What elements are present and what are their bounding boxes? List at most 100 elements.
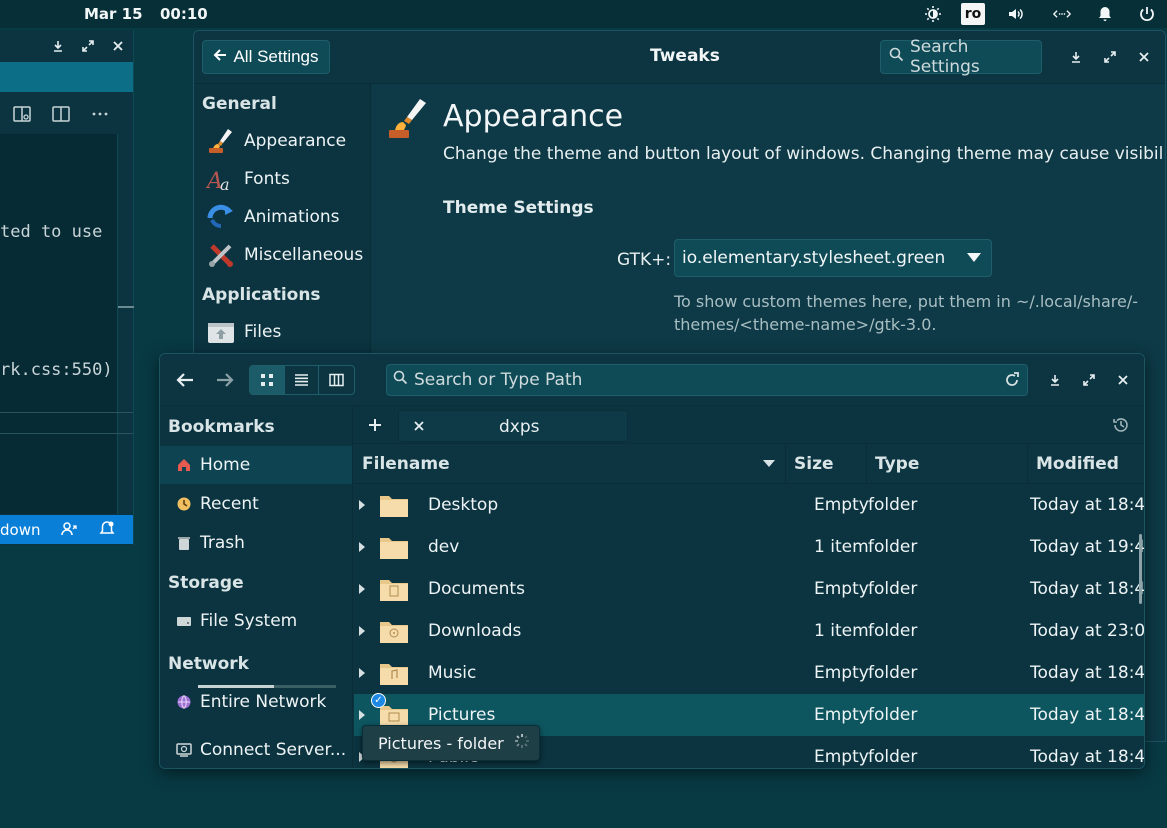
- file-size: Empty: [814, 747, 869, 767]
- sidebar-item-label: Entire Network: [200, 692, 327, 712]
- gtk-theme-label: GTK+:: [617, 250, 672, 270]
- close-icon[interactable]: [1134, 47, 1154, 67]
- maximize-icon[interactable]: [1079, 370, 1099, 390]
- table-row[interactable]: Downloads 1 item folder Today at 23:09: [354, 610, 1144, 652]
- code-line: rk.css:550): [0, 360, 113, 380]
- sidebar-item-label: File System: [200, 611, 298, 631]
- appearance-icon: [206, 126, 236, 156]
- history-icon[interactable]: [1108, 412, 1134, 438]
- back-icon[interactable]: [170, 366, 200, 394]
- appearance-large-icon: [386, 96, 430, 144]
- notifications-icon[interactable]: [1094, 3, 1116, 25]
- more-actions-icon[interactable]: [90, 104, 110, 124]
- expander-icon[interactable]: [359, 626, 365, 636]
- live-share-icon[interactable]: [60, 520, 78, 538]
- column-label: Type: [875, 453, 920, 474]
- expander-icon[interactable]: [359, 710, 365, 720]
- keyboard-layout-indicator[interactable]: ro: [961, 3, 985, 25]
- top-panel: Mar 15 00:10 ro: [0, 0, 1167, 28]
- expander-icon[interactable]: [359, 500, 365, 510]
- expander-icon[interactable]: [359, 584, 365, 594]
- list-view-icon[interactable]: [285, 366, 320, 394]
- sidebar-item-home[interactable]: Home: [160, 446, 352, 484]
- panel-time[interactable]: 00:10: [160, 5, 208, 23]
- all-settings-button[interactable]: All Settings: [202, 40, 330, 74]
- tweaks-headerbar: All Settings Tweaks Search Settings: [194, 31, 1165, 84]
- table-row[interactable]: Documents Empty folder Today at 18:42: [354, 568, 1144, 610]
- column-header-modified[interactable]: Modified: [1028, 444, 1144, 484]
- search-icon: [889, 47, 904, 67]
- panel-date[interactable]: Mar 15: [84, 5, 143, 23]
- sidebar-item-miscellaneous[interactable]: Miscellaneous: [206, 238, 363, 272]
- status-text[interactable]: down: [0, 521, 40, 539]
- sidebar-item-animations[interactable]: Animations: [206, 200, 340, 234]
- sidebar-item-fonts[interactable]: Aa Fonts: [206, 162, 290, 196]
- minimize-icon[interactable]: [48, 36, 68, 56]
- minimize-icon[interactable]: [1066, 47, 1086, 67]
- code-area[interactable]: ted to use rk.css:550): [0, 134, 118, 514]
- file-list: Filename Size Type Modified Desktop Empty…: [354, 444, 1144, 768]
- code-line: ted to use: [0, 222, 103, 242]
- file-type: folder: [868, 579, 918, 599]
- close-tab-icon[interactable]: [409, 416, 429, 436]
- sort-descending-icon: [763, 460, 775, 467]
- network-icon[interactable]: [1050, 3, 1074, 25]
- new-tab-icon[interactable]: [362, 412, 388, 438]
- page-description: Change the theme and button layout of wi…: [443, 144, 1166, 164]
- sidebar-item-label: Home: [200, 455, 251, 475]
- table-row[interactable]: Music Empty folder Today at 18:42: [354, 652, 1144, 694]
- grid-view-icon[interactable]: [250, 366, 285, 394]
- file-type: folder: [868, 495, 918, 515]
- maximize-icon[interactable]: [1100, 47, 1120, 67]
- table-row[interactable]: dev 1 item folder Today at 19:44: [354, 526, 1144, 568]
- search-settings-input[interactable]: Search Settings: [880, 37, 1042, 77]
- sidebar-heading-bookmarks: Bookmarks: [168, 417, 275, 437]
- file-size: Empty: [814, 705, 869, 725]
- table-row[interactable]: Desktop Empty folder Today at 18:42: [354, 484, 1144, 526]
- drive-icon: [176, 613, 192, 629]
- tab-dxps[interactable]: dxps: [398, 410, 628, 442]
- maximize-icon[interactable]: [78, 36, 98, 56]
- column-view-icon[interactable]: [319, 366, 354, 394]
- tooltip-text: Pictures - folder: [378, 733, 504, 753]
- brightness-icon[interactable]: [922, 3, 944, 25]
- editor-window: ted to use rk.css:550) down: [0, 30, 134, 545]
- column-header-size[interactable]: Size: [786, 444, 867, 484]
- sidebar-item-file-system[interactable]: File System: [160, 602, 352, 640]
- folder-icon: [379, 534, 409, 560]
- page-title: Appearance: [443, 99, 624, 134]
- column-label: Filename: [362, 453, 450, 474]
- path-input[interactable]: Search or Type Path: [386, 364, 1028, 396]
- sidebar-item-label: Recent: [200, 494, 259, 514]
- power-icon[interactable]: [1136, 3, 1158, 25]
- reload-icon[interactable]: [1003, 371, 1021, 389]
- expander-icon[interactable]: [359, 668, 365, 678]
- gtk-theme-dropdown[interactable]: io.elementary.stylesheet.green: [674, 239, 992, 277]
- sidebar-item-connect-server[interactable]: Connect Server...: [160, 731, 352, 768]
- column-header-filename[interactable]: Filename: [354, 444, 786, 484]
- split-editor-icon[interactable]: [51, 104, 71, 124]
- list-scrollbar[interactable]: [1139, 534, 1142, 604]
- file-size: 1 item: [814, 621, 869, 641]
- minimize-icon[interactable]: [1045, 370, 1065, 390]
- bell-icon[interactable]: [98, 520, 116, 538]
- sidebar-item-trash[interactable]: Trash: [160, 524, 352, 562]
- files-window: Search or Type Path Bookmarks Home Recen…: [159, 353, 1145, 769]
- fonts-icon: Aa: [206, 164, 236, 194]
- expander-icon[interactable]: [359, 542, 365, 552]
- close-icon[interactable]: [108, 36, 128, 56]
- close-icon[interactable]: [1113, 370, 1133, 390]
- forward-icon[interactable]: [210, 366, 240, 394]
- open-changes-icon[interactable]: [12, 104, 32, 124]
- volume-icon[interactable]: [1005, 3, 1027, 25]
- file-size: 1 item: [814, 537, 869, 557]
- sidebar-item-appearance[interactable]: Appearance: [206, 124, 346, 158]
- sidebar-item-label: Fonts: [244, 169, 290, 189]
- file-name: Downloads: [428, 621, 522, 641]
- sidebar-item-files[interactable]: Files: [206, 315, 281, 349]
- sidebar-item-recent[interactable]: Recent: [160, 485, 352, 523]
- column-header-type[interactable]: Type: [867, 444, 1028, 484]
- sidebar-item-entire-network[interactable]: Entire Network: [160, 683, 352, 721]
- svg-text:a: a: [220, 175, 230, 194]
- sidebar-item-label: Animations: [244, 207, 340, 227]
